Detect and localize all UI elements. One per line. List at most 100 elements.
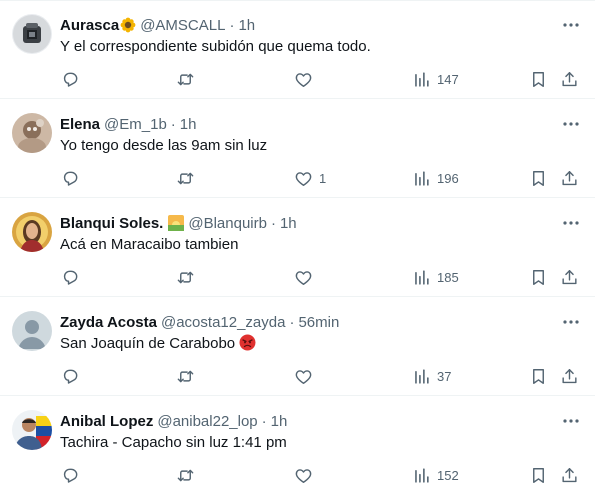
separator-dot: · [289,314,295,331]
bookmark-button[interactable] [529,68,548,90]
share-icon [562,368,577,383]
tweet-text-content: San Joaquín de Carabobo [60,335,236,352]
separator-dot: · [270,215,276,232]
reply-button[interactable] [61,365,80,387]
reply-icon [63,468,78,483]
retweet-button[interactable] [176,464,195,486]
author-name[interactable]: Blanqui Soles. [60,215,163,232]
more-dots-icon[interactable] [561,215,581,231]
share-button[interactable] [560,464,579,486]
share-button[interactable] [560,266,579,288]
views-bar-chart-icon [415,467,429,483]
like-button[interactable] [294,464,319,486]
author-name[interactable]: Zayda Acosta [60,314,157,331]
tweet-header: Elena @Em_1b · 1h [60,115,196,135]
retweet-button[interactable] [176,365,195,387]
bookmark-button[interactable] [529,266,548,288]
avatar[interactable] [12,14,52,54]
tweet-text: Yo tengo desde las 9am sin luz [60,137,268,154]
author-name[interactable]: Elena [60,116,100,133]
like-button[interactable] [294,365,319,387]
separator-dot: · [261,413,267,430]
author-handle[interactable]: @acosta12_zayda [161,314,285,331]
tweet-actions: 185 [0,266,595,288]
bookmark-button[interactable] [529,167,548,189]
retweet-button[interactable] [176,68,195,90]
more-dots-icon[interactable] [561,116,581,132]
avatar[interactable] [12,410,52,450]
reply-icon [63,369,78,384]
like-button[interactable] [294,266,319,288]
author-handle[interactable]: @Blanquirb [188,215,267,232]
views-count: 185 [437,269,459,285]
reply-icon [63,270,78,285]
share-icon [562,467,577,482]
author-handle[interactable]: @AMSCALL [140,17,225,34]
heart-icon [295,72,312,87]
views-button[interactable]: 196 [412,167,459,189]
share-button[interactable] [560,68,579,90]
reply-button[interactable] [61,266,80,288]
retweet-button[interactable] [176,266,195,288]
tweet[interactable]: Anibal Lopez @anibal22_lop · 1h Tachira - C… [0,396,595,495]
bookmark-button[interactable] [529,365,548,387]
more-dots-icon[interactable] [561,314,581,330]
views-button[interactable]: 152 [412,464,459,486]
reply-button[interactable] [61,464,80,486]
more-dots-icon[interactable] [561,17,581,33]
reply-button[interactable] [61,167,80,189]
timestamp[interactable]: 1h [271,413,288,430]
heart-icon [295,369,312,384]
separator-dot: · [170,116,176,133]
tweet-text: Tachira - Capacho sin luz 1:41 pm [60,434,287,451]
retweet-icon [177,73,194,85]
tweet-text: Acá en Maracaibo tambien [60,236,239,253]
tweet-header: Aurasca @AMSCALL · 1h [60,16,255,36]
like-button[interactable] [294,68,319,90]
timestamp[interactable]: 1h [180,116,197,133]
views-button[interactable]: 185 [412,266,459,288]
more-dots-icon[interactable] [561,413,581,429]
author-handle[interactable]: @anibal22_lop [157,413,257,430]
tweet-actions: 1 196 [0,167,595,189]
avatar[interactable] [12,113,52,153]
timestamp[interactable]: 1h [238,17,255,34]
tweet-header: Blanqui Soles. @Blanquirb · 1h [60,214,297,234]
heart-icon [295,270,312,285]
reply-feed: Aurasca @AMSCALL · 1h Y el correspondiente… [0,0,595,495]
share-icon [562,269,577,284]
bookmark-icon [533,71,544,87]
views-button[interactable]: 37 [412,365,451,387]
reply-button[interactable] [61,68,80,90]
timestamp[interactable]: 1h [280,215,297,232]
tweet[interactable]: Elena @Em_1b · 1h Yo tengo desde las 9am si… [0,99,595,198]
timestamp[interactable]: 56min [298,314,339,331]
author-handle[interactable]: @Em_1b [104,116,167,133]
author-name[interactable]: Aurasca [60,17,119,34]
views-button[interactable]: 147 [412,68,459,90]
tweet-actions: 152 [0,464,595,486]
author-name[interactable]: Anibal Lopez [60,413,153,430]
heart-icon [295,468,312,483]
sunflower-icon [120,17,136,33]
default-avatar-icon[interactable] [12,311,52,351]
tweet[interactable]: Aurasca @AMSCALL · 1h Y el correspondiente… [0,0,595,99]
retweet-icon [177,271,194,283]
separator-dot: · [229,17,235,34]
share-icon [562,71,577,86]
tweet[interactable]: Zayda Acosta @acosta12_zayda · 56min San Jo… [0,297,595,396]
avatar[interactable] [12,212,52,252]
views-count: 37 [437,368,452,384]
share-button[interactable] [560,365,579,387]
share-button[interactable] [560,167,579,189]
bookmark-icon [533,467,544,483]
views-bar-chart-icon [415,269,429,285]
bookmark-icon [533,269,544,285]
like-button[interactable]: 1 [294,167,326,189]
retweet-icon [177,469,194,481]
tweet[interactable]: Blanqui Soles. @Blanquirb · 1h Acá en Mara… [0,198,595,297]
retweet-button[interactable] [176,167,195,189]
bookmark-button[interactable] [529,464,548,486]
like-count: 1 [319,170,327,186]
tweet-actions: 147 [0,68,595,90]
